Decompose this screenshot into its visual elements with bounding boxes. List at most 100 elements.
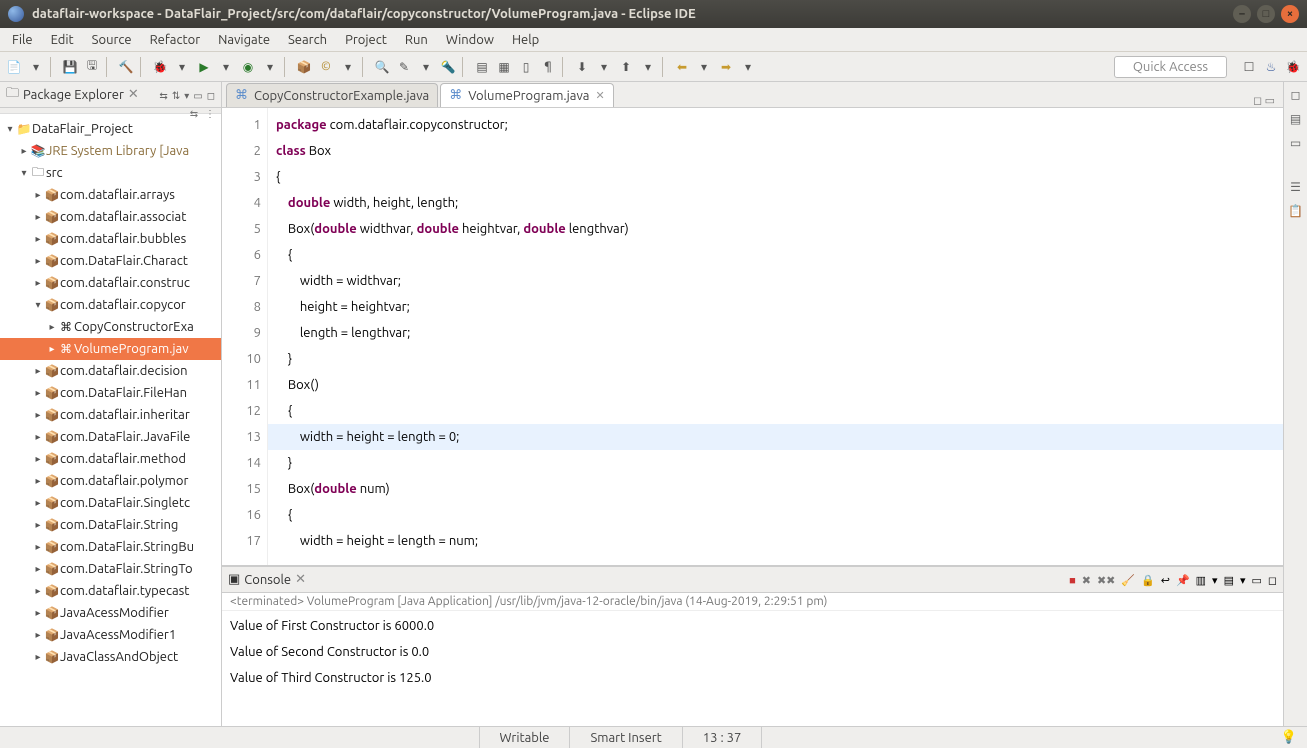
menu-project[interactable]: Project [337,31,395,49]
debug-button[interactable]: 🐞 [150,57,170,77]
tree-item[interactable]: ▸📦com.DataFlair.StringTo [0,558,221,580]
debug-perspective-button[interactable]: 🐞 [1283,57,1303,77]
menu-refactor[interactable]: Refactor [142,31,209,49]
tree-item[interactable]: ▸📦com.dataflair.inheritar [0,404,221,426]
package-explorer-icon: 🗀 [6,84,19,106]
open-type-button[interactable]: 🔍 [372,57,392,77]
new-button[interactable]: 📄 [4,57,24,77]
main-toolbar: 📄▾ 💾 🖫 🔨 🐞▾ ▶▾ ◉▾ 📦 ©▾ 🔍 ✎▾ 🔦 ▤ ▦ ▯ ¶ ⬇▾… [0,52,1307,82]
save-all-button[interactable]: 🖫 [82,57,102,77]
minimize-icon-2[interactable]: ▭ [1290,136,1301,150]
tree-item[interactable]: ▾🗀src [0,162,221,184]
tree-item[interactable]: ▸📦com.DataFlair.Charact [0,250,221,272]
tree-item[interactable]: ▸📦com.dataflair.typecast [0,580,221,602]
tree-item[interactable]: ▸📦JavaClassAndObject [0,646,221,668]
menu-search[interactable]: Search [280,31,335,49]
tree-item[interactable]: ▾📦com.dataflair.copycor [0,294,221,316]
remove-all-icon[interactable]: ✖✖ [1097,575,1115,587]
tree-item[interactable]: ▸⌘VolumeProgram.jav [0,338,221,360]
tree-item[interactable]: ▸📦com.DataFlair.String [0,514,221,536]
toggle-breadcrumb-button[interactable]: ▤ [472,57,492,77]
tasks-icon[interactable]: ☰ [1290,180,1301,194]
back-button[interactable]: ⬅ [672,57,692,77]
java-perspective-button[interactable]: ♨ [1261,57,1281,77]
tree-item[interactable]: ▸📦com.dataflair.polymor [0,470,221,492]
tree-item[interactable]: ▸📦com.dataflair.arrays [0,184,221,206]
menu-file[interactable]: File [4,31,41,49]
clear-console-icon[interactable]: 🧹 [1121,575,1135,587]
tree-item[interactable]: ▸📚JRE System Library [Java [0,140,221,162]
close-tab-icon[interactable]: ✕ [595,89,604,102]
maximize-button[interactable]: □ [1257,5,1275,23]
tree-item[interactable]: ▾📁DataFlair_Project [0,118,221,140]
word-wrap-icon[interactable]: ↩ [1161,575,1170,587]
prev-annotation-button[interactable]: ⬆ [616,57,636,77]
code-editor[interactable]: 1234567891011121314151617 package com.da… [222,108,1283,566]
status-insert-mode: Smart Insert [569,727,681,748]
tree-item[interactable]: ▸📦com.dataflair.decision [0,360,221,382]
menu-edit[interactable]: Edit [43,31,82,49]
editor-maximize-icon[interactable]: ◻ ▭ [1245,94,1283,107]
tree-item[interactable]: ▸📦com.dataflair.construc [0,272,221,294]
tab-volumeprogram[interactable]: ⌘VolumeProgram.java✕ [440,83,613,107]
open-console-icon[interactable]: ▤ [1224,575,1234,587]
tab-copyconstructorexample[interactable]: ⌘CopyConstructorExample.java [226,83,438,107]
minimize-view-icon[interactable]: ▭ [193,90,202,101]
outline-icon[interactable]: ▤ [1290,112,1301,126]
next-annotation-button[interactable]: ⬇ [572,57,592,77]
tree-item[interactable]: ▸📦com.dataflair.method [0,448,221,470]
tree-item[interactable]: ▸⌘CopyConstructorExa [0,316,221,338]
mark-occurrences-button[interactable]: ▦ [494,57,514,77]
task-button[interactable]: ✎ [394,57,414,77]
console-output[interactable]: Value of First Constructor is 6000.0Valu… [222,611,1283,726]
menu-source[interactable]: Source [84,31,140,49]
view-menu-icon[interactable]: ▾ [184,90,189,101]
tree-item[interactable]: ▸📦com.DataFlair.StringBu [0,536,221,558]
search-button[interactable]: 🔦 [438,57,458,77]
coverage-button[interactable]: ◉ [238,57,258,77]
tree-item[interactable]: ▸📦com.DataFlair.Singletc [0,492,221,514]
save-button[interactable]: 💾 [60,57,80,77]
eclipse-icon [8,6,24,22]
block-selection-button[interactable]: ▯ [516,57,536,77]
tree-item[interactable]: ▸📦JavaAcessModifier [0,602,221,624]
new-package-button[interactable]: 📦 [294,57,314,77]
tree-item[interactable]: ▸📦com.DataFlair.FileHan [0,382,221,404]
minimize-console-icon[interactable]: ▭ [1251,575,1261,587]
window-titlebar: dataflair-workspace - DataFlair_Project/… [0,0,1307,28]
close-button[interactable]: × [1281,5,1299,23]
link-editor-icon[interactable]: ⇅ [172,90,180,101]
new-class-button[interactable]: © [316,57,336,77]
menu-bar: FileEditSourceRefactorNavigateSearchProj… [0,28,1307,52]
tree-item[interactable]: ▸📦com.dataflair.bubbles [0,228,221,250]
minimize-button[interactable]: – [1233,5,1251,23]
project-tree[interactable]: ▾📁DataFlair_Project▸📚JRE System Library … [0,114,221,726]
menu-navigate[interactable]: Navigate [210,31,278,49]
tip-icon[interactable]: 💡 [1281,730,1307,745]
maximize-console-icon[interactable]: ◻ [1268,575,1277,587]
scroll-lock-icon[interactable]: 🔒 [1141,575,1155,587]
menu-window[interactable]: Window [438,31,502,49]
tree-item[interactable]: ▸📦com.DataFlair.JavaFile [0,426,221,448]
quick-access-input[interactable]: Quick Access [1114,56,1227,78]
forward-button[interactable]: ➡ [716,57,736,77]
console-launch-info: <terminated> VolumeProgram [Java Applica… [222,593,1283,611]
maximize-view-icon[interactable]: ◻ [207,90,215,101]
restore-icon[interactable]: ◻ [1291,88,1301,102]
outline-icon-2[interactable]: 📋 [1288,204,1303,218]
menu-run[interactable]: Run [397,31,436,49]
build-button[interactable]: 🔨 [116,57,136,77]
open-perspective-button[interactable]: ☐ [1239,57,1259,77]
menu-help[interactable]: Help [504,31,547,49]
tree-item[interactable]: ▸📦com.dataflair.associat [0,206,221,228]
terminate-icon[interactable]: ■ [1069,575,1076,587]
collapse-all-icon[interactable]: ⇆ [159,90,167,101]
right-trim: ◻ ▤ ▭ ☰ 📋 [1283,82,1307,726]
whitespace-button[interactable]: ¶ [538,57,558,77]
editor-tabs: ⌘CopyConstructorExample.java ⌘VolumeProg… [222,82,1283,108]
remove-launch-icon[interactable]: ✖ [1082,575,1091,587]
display-console-icon[interactable]: ▥ [1196,575,1206,587]
tree-item[interactable]: ▸📦JavaAcessModifier1 [0,624,221,646]
run-button[interactable]: ▶ [194,57,214,77]
pin-console-icon[interactable]: 📌 [1176,575,1190,587]
